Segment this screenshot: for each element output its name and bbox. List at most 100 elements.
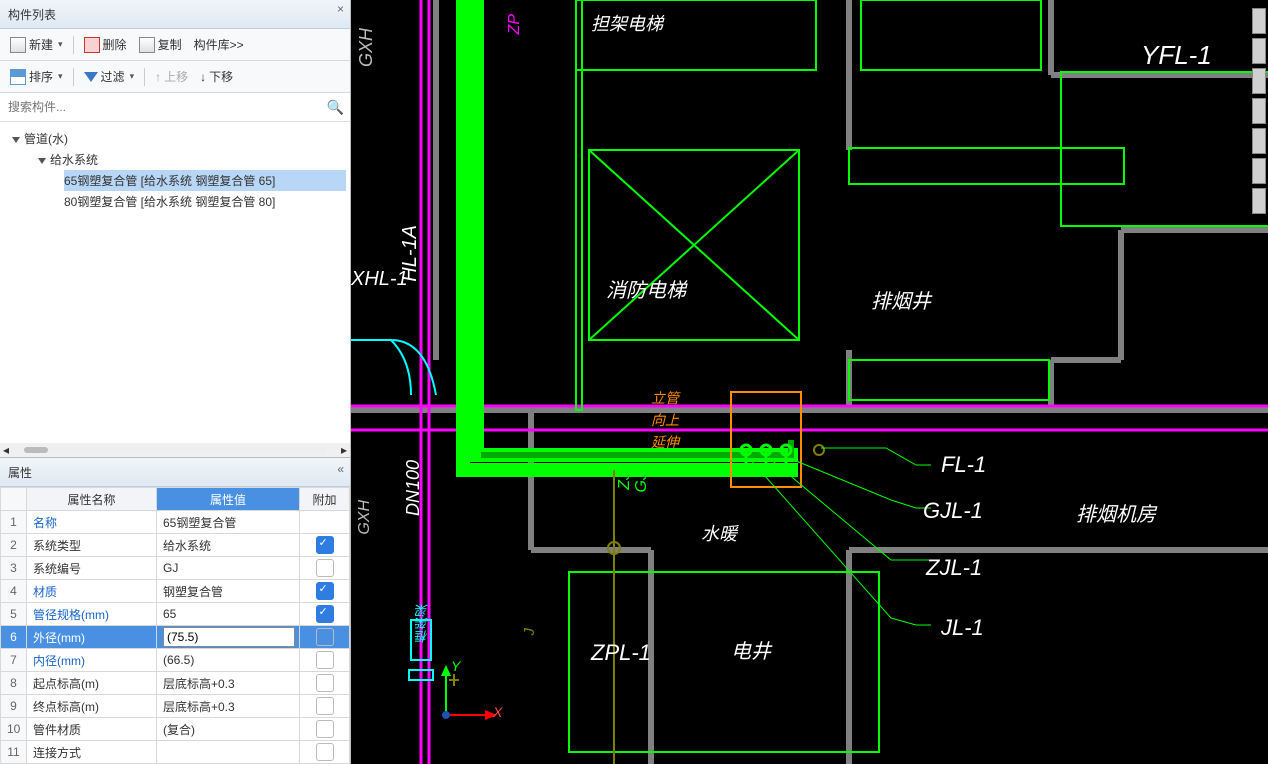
tool-btn[interactable] (1252, 128, 1266, 154)
chevron-down-icon (38, 158, 46, 164)
checkbox[interactable] (316, 720, 334, 738)
label-gxh2: GXH (356, 500, 374, 535)
tree-branch[interactable]: 给水系统 (38, 149, 346, 170)
header-extra[interactable]: 附加 (300, 488, 350, 511)
prop-value[interactable] (157, 626, 300, 649)
tool-btn[interactable] (1252, 158, 1266, 184)
checkbox[interactable] (316, 559, 334, 577)
checkbox[interactable] (316, 743, 334, 761)
label-water: 水暖 (701, 520, 737, 546)
cad-viewport[interactable]: GXH HL-1A XHL-1 ZP DN100 GXH 担架电梯 YFL-1 … (351, 0, 1268, 764)
prop-value[interactable]: (复合) (157, 718, 300, 741)
separator (73, 36, 74, 54)
prop-value[interactable]: 65 (157, 603, 300, 626)
prop-name: 起点标高(m) (27, 672, 157, 695)
prop-extra[interactable] (300, 672, 350, 695)
row-num: 3 (1, 557, 27, 580)
prop-extra[interactable] (300, 649, 350, 672)
sort-button[interactable]: 排序 (6, 66, 67, 87)
checkbox[interactable] (316, 582, 334, 600)
prop-extra[interactable] (300, 718, 350, 741)
filter-button[interactable]: 过滤 (80, 66, 139, 87)
prop-extra[interactable] (300, 626, 350, 649)
chevron-down-icon (12, 137, 20, 143)
move-down-button[interactable]: ↓下移 (196, 66, 237, 87)
label-gxh: GXH (356, 28, 377, 67)
delete-button[interactable]: 删除 (80, 34, 131, 55)
prop-name: 连接方式 (27, 741, 157, 764)
right-toolbar (1252, 8, 1268, 218)
prop-row[interactable]: 7内径(mm)(66.5) (1, 649, 350, 672)
checkbox[interactable] (316, 674, 334, 692)
prop-row[interactable]: 6外径(mm) (1, 626, 350, 649)
sort-icon (10, 69, 26, 85)
prop-name: 外径(mm) (27, 626, 157, 649)
new-button[interactable]: 新建 (6, 34, 67, 55)
prop-value[interactable]: 层底标高+0.3 (157, 672, 300, 695)
prop-name: 管径规格(mm) (27, 603, 157, 626)
prop-extra[interactable] (300, 603, 350, 626)
tree-root[interactable]: 管道(水) (12, 128, 346, 149)
properties-header: 属性 « (0, 458, 350, 487)
search-input[interactable] (6, 96, 327, 118)
prop-row[interactable]: 8起点标高(m)层底标高+0.3 (1, 672, 350, 695)
prop-value[interactable] (157, 741, 300, 764)
move-up-button[interactable]: ↑上移 (151, 66, 192, 87)
prop-row[interactable]: 3系统编号GJ (1, 557, 350, 580)
value-input[interactable] (163, 627, 295, 647)
component-tree[interactable]: 管道(水) 给水系统 65钢塑复合管 [给水系统 钢塑复合管 65] 80钢塑复… (0, 122, 350, 443)
row-num: 6 (1, 626, 27, 649)
funnel-icon (84, 72, 98, 82)
checkbox[interactable] (316, 536, 334, 554)
prop-row[interactable]: 10管件材质(复合) (1, 718, 350, 741)
prop-value[interactable]: 钢塑复合管 (157, 580, 300, 603)
checkbox[interactable] (316, 697, 334, 715)
tree-item-80[interactable]: 80钢塑复合管 [给水系统 钢塑复合管 80] (64, 191, 346, 212)
delete-icon (84, 37, 100, 53)
row-num: 4 (1, 580, 27, 603)
panel-title: 构件列表 (8, 6, 56, 23)
library-button[interactable]: 构件库>> (190, 34, 248, 55)
h-scrollbar[interactable]: ◂▸ (0, 443, 350, 457)
prop-value[interactable]: 给水系统 (157, 534, 300, 557)
copy-icon (139, 37, 155, 53)
label-stretcher: 担架电梯 (591, 10, 663, 36)
tool-btn[interactable] (1252, 68, 1266, 94)
header-value[interactable]: 属性值 (157, 488, 300, 511)
prop-row[interactable]: 5管径规格(mm)65 (1, 603, 350, 626)
prop-row[interactable]: 9终点标高(m)层底标高+0.3 (1, 695, 350, 718)
prop-extra[interactable] (300, 580, 350, 603)
prop-value[interactable]: 层底标高+0.3 (157, 695, 300, 718)
prop-row[interactable]: 1名称65钢塑复合管 (1, 511, 350, 534)
checkbox[interactable] (316, 605, 334, 623)
prop-value[interactable]: (66.5) (157, 649, 300, 672)
checkbox[interactable] (316, 628, 334, 646)
tool-btn[interactable] (1252, 8, 1266, 34)
tree-item-65[interactable]: 65钢塑复合管 [给水系统 钢塑复合管 65] (64, 170, 346, 191)
prop-extra[interactable] (300, 695, 350, 718)
prop-row[interactable]: 4材质钢塑复合管 (1, 580, 350, 603)
close-icon[interactable]: × (337, 2, 344, 16)
arrow-up-icon: ↑ (155, 70, 161, 84)
row-num: 10 (1, 718, 27, 741)
header-name[interactable]: 属性名称 (27, 488, 157, 511)
prop-extra[interactable] (300, 741, 350, 764)
prop-row[interactable]: 11连接方式 (1, 741, 350, 764)
label-zj: ZJ (616, 472, 634, 490)
prop-extra[interactable] (300, 511, 350, 534)
prop-value[interactable]: 65钢塑复合管 (157, 511, 300, 534)
copy-button[interactable]: 复制 (135, 34, 186, 55)
prop-row[interactable]: 2系统类型给水系统 (1, 534, 350, 557)
chevron-icon[interactable]: « (337, 462, 344, 476)
toolbar-sort: 排序 过滤 ↑上移 ↓下移 (0, 61, 350, 93)
label-zpl: ZPL-1 (591, 640, 651, 666)
tool-btn[interactable] (1252, 98, 1266, 124)
tool-btn[interactable] (1252, 188, 1266, 214)
tool-btn[interactable] (1252, 38, 1266, 64)
checkbox[interactable] (316, 651, 334, 669)
prop-value[interactable]: GJ (157, 557, 300, 580)
search-icon[interactable]: 🔍 (327, 99, 344, 116)
prop-extra[interactable] (300, 557, 350, 580)
legend-zjl: ZJL-1 (926, 555, 982, 581)
prop-extra[interactable] (300, 534, 350, 557)
